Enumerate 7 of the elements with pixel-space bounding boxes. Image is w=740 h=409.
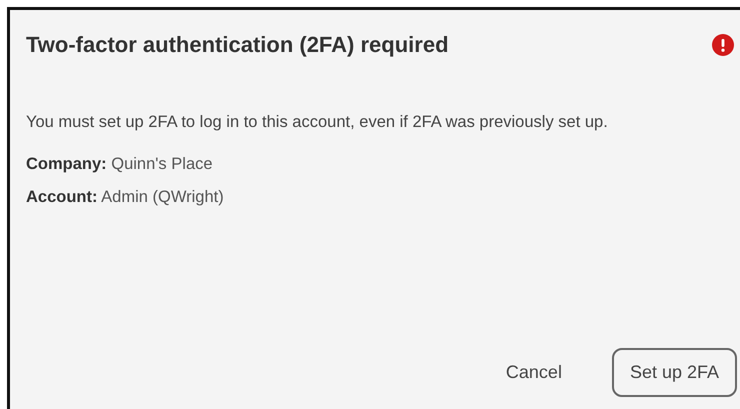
detail-line: Company: Quinn's Place xyxy=(26,155,214,174)
error-icon xyxy=(712,34,734,56)
setup-button[interactable]: Set up 2FA xyxy=(612,348,737,397)
detail-line: Account: Admin (QWright) xyxy=(26,188,225,207)
dialog-title: Two-factor authentication (2FA) required xyxy=(26,32,449,58)
cancel-button[interactable]: Cancel xyxy=(502,354,566,391)
dialog-message: You must set up 2FA to log in to this account, even if 2FA was previously set up. xyxy=(26,112,609,133)
